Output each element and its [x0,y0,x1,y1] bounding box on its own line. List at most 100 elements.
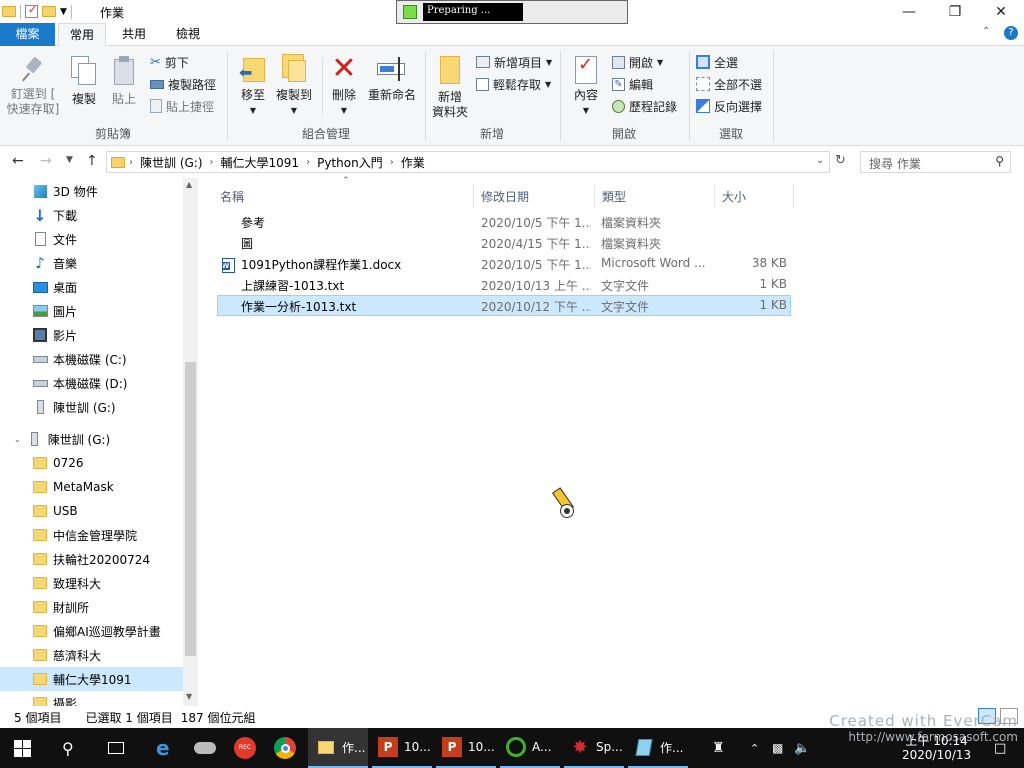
properties-check-icon[interactable]: ✓ [25,3,38,18]
nav-folder[interactable]: 財訓所 [32,595,89,619]
breadcrumb-python[interactable]: Python入門 [317,154,383,171]
tab-file[interactable]: 檔案 [0,23,55,46]
nav-folder[interactable]: 慈濟科大 [32,643,101,667]
pin-quick-access-button[interactable]: 釘選到 [ 快速存取] [4,56,62,117]
column-separator[interactable] [594,184,595,208]
nav-music[interactable]: ♪ 音樂 [32,251,77,275]
address-box[interactable]: › 陳世訓 (G:) › 輔仁大學1091 › Python入門 › 作業 [106,151,830,173]
nav-videos[interactable]: 影片 [32,323,77,347]
chevron-right-icon[interactable]: › [390,157,394,168]
nav-folder[interactable]: 攝影 [32,691,77,706]
recorder-icon[interactable]: REC [234,728,256,768]
column-type[interactable]: 類型 [602,184,626,208]
rename-button[interactable]: 重新命名 [366,54,418,103]
nav-folder-selected[interactable]: 輔仁大學1091 [0,667,183,691]
refresh-icon[interactable]: ↻ [835,153,846,168]
nav-scrollbar-thumb[interactable] [185,362,196,656]
new-item-button[interactable]: 新增項目 ▼ [476,52,552,72]
column-date[interactable]: 修改日期 [481,184,529,208]
table-row[interactable]: 上課練習-1013.txt 2020/10/13 上午 ... 文字文件 1 K… [217,274,791,295]
nav-documents[interactable]: 文件 [32,227,77,251]
back-button[interactable]: ← [12,153,24,169]
search-icon[interactable]: ⚲ [62,728,74,768]
properties-button[interactable]: ✓ 內容 ▼ [568,56,604,118]
scroll-down-icon[interactable]: ▼ [186,692,192,701]
breadcrumb-drive[interactable]: 陳世訓 (G:) [140,154,203,171]
breadcrumb-homework[interactable]: 作業 [401,154,425,171]
nav-folder[interactable]: 偏鄉AI巡迴教學計畫 [32,619,161,643]
cloud-app-icon[interactable] [194,728,216,768]
taskbar-item-notepad[interactable]: 作... [628,728,688,768]
help-icon[interactable]: ? [1004,26,1018,40]
minimize-ribbon-icon[interactable]: ⌃ [982,26,990,37]
maximize-button[interactable]: ❐ [932,0,978,23]
nav-drive-d[interactable]: 本機磁碟 (D:) [32,371,127,395]
network-icon[interactable]: ▩ [772,728,783,768]
breadcrumb-university[interactable]: 輔仁大學1091 [221,154,300,171]
nav-folder[interactable]: 扶輪社20200724 [32,547,150,571]
up-button[interactable]: ↑ [86,153,98,169]
address-dropdown-icon[interactable]: ⌄ [816,155,824,166]
history-button[interactable]: 歷程記錄 [612,96,677,116]
select-all-button[interactable]: 全選 [696,52,738,72]
taskbar-item-anaconda[interactable]: A... [500,728,560,768]
tab-view[interactable]: 檢視 [164,23,212,46]
column-separator[interactable] [793,184,794,208]
nav-drive-g-root[interactable]: ⌄ 陳世訓 (G:) [14,427,110,451]
show-hidden-icons-chevron[interactable]: ⌃ [750,728,759,768]
nav-folder[interactable]: 致理科大 [32,571,101,595]
nav-folder[interactable]: USB [32,499,78,523]
minimize-button[interactable]: — [886,0,932,23]
scroll-up-icon[interactable]: ▲ [186,180,192,189]
paste-shortcut-button[interactable]: 貼上捷徑 [150,96,214,116]
task-view-icon[interactable] [108,728,124,768]
tab-share[interactable]: 共用 [110,23,158,46]
nav-folder[interactable]: 中信金管理學院 [32,523,137,547]
new-folder-button[interactable]: 新增 資料夾 [430,56,470,120]
recent-locations-button[interactable]: ▼ [66,155,73,165]
volume-icon[interactable]: 🔈 [794,728,810,768]
easy-access-button[interactable]: 輕鬆存取 ▼ [476,74,551,94]
taskbar-item-spyder[interactable]: ✸ Sp... [564,728,624,768]
paste-button[interactable]: 貼上 [106,56,142,107]
nav-folder[interactable]: 0726 [32,451,84,475]
nav-drive-g[interactable]: 陳世訓 (G:) [32,395,116,419]
edit-button[interactable]: ✎ 編輯 [612,74,653,94]
table-row-selected[interactable]: 作業一分析-1013.txt 2020/10/12 下午 ... 文字文件 1 … [217,295,791,316]
forward-button[interactable]: → [40,153,52,169]
column-size[interactable]: 大小 [722,184,746,208]
people-icon[interactable]: ♜ [712,728,725,768]
start-button[interactable] [14,728,31,768]
chevron-right-icon[interactable]: › [210,157,214,168]
select-none-button[interactable]: 全部不選 [696,74,762,94]
delete-button[interactable]: ✕ 刪除 ▼ [328,54,360,118]
taskbar-item-explorer[interactable]: 作... [308,728,368,768]
column-name[interactable]: 名稱 [220,184,244,208]
customize-qat-icon[interactable]: ▼ [60,7,67,17]
chevron-down-icon[interactable]: ⌄ [14,435,21,444]
column-separator[interactable] [473,184,474,208]
taskbar-item-powerpoint[interactable]: P 10... [372,728,432,768]
nav-downloads[interactable]: ↓ 下載 [32,203,77,227]
close-button[interactable]: ✕ [978,0,1024,23]
move-to-button[interactable]: ⬅ 移至 ▼ [235,54,271,118]
nav-folder[interactable]: MetaMask [32,475,114,499]
copy-path-button[interactable]: 複製路徑 [150,74,216,94]
edge-browser-icon[interactable]: e [156,728,170,768]
nav-3d-objects[interactable]: 3D 物件 [32,179,98,203]
taskbar-item-powerpoint[interactable]: P 10... [436,728,496,768]
column-separator[interactable] [714,184,715,208]
table-row[interactable]: 圖 2020/4/15 下午 1... 檔案資料夾 [217,232,791,253]
cut-button[interactable]: ✂ 剪下 [150,52,189,72]
search-input[interactable]: 搜尋 作業 ⚲ [860,151,1011,173]
nav-drive-c[interactable]: 本機磁碟 (C:) [32,347,127,371]
copy-button[interactable]: 複製 [66,56,102,107]
new-folder-icon[interactable] [42,6,56,17]
table-row[interactable]: W 1091Python課程作業1.docx 2020/10/5 下午 1...… [217,253,791,274]
copy-to-button[interactable]: 複製到 ▼ [274,54,314,118]
table-row[interactable]: 參考 2020/10/5 下午 1... 檔案資料夾 [217,211,791,232]
chrome-browser-icon[interactable] [274,728,296,768]
tab-home[interactable]: 常用 [58,23,106,47]
nav-desktop[interactable]: 桌面 [32,275,77,299]
chevron-right-icon[interactable]: › [306,157,310,168]
